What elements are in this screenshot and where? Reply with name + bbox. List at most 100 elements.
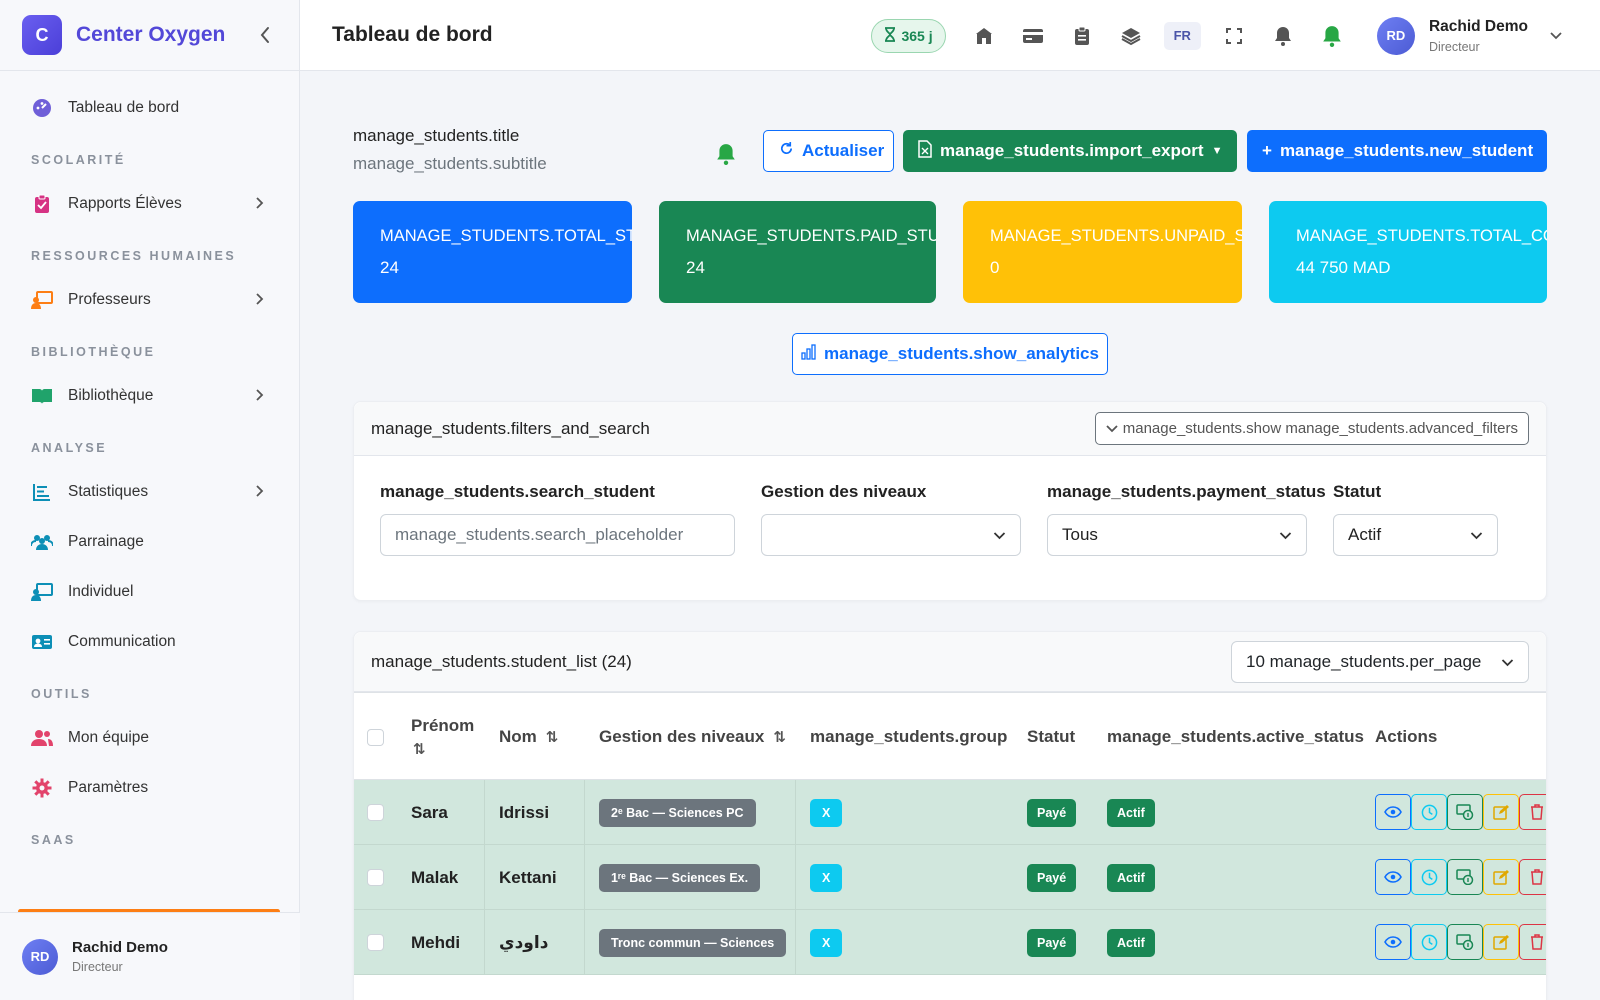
- brand-logo[interactable]: C: [22, 15, 62, 55]
- view-button[interactable]: [1375, 794, 1411, 830]
- first-name: Sara: [411, 802, 448, 822]
- credit-card-icon[interactable]: [1017, 20, 1049, 52]
- refresh-button[interactable]: Actualiser: [763, 130, 894, 172]
- collapse-sidebar-icon[interactable]: [253, 23, 277, 47]
- clock-icon: [1421, 869, 1438, 886]
- notification-bell-icon[interactable]: [1316, 20, 1348, 52]
- level-select[interactable]: [761, 514, 1021, 556]
- view-button[interactable]: [1375, 924, 1411, 960]
- sort-icon[interactable]: ⇅: [546, 728, 559, 746]
- group-badge: X: [810, 863, 843, 892]
- sidebar-item-parametres[interactable]: Paramètres: [0, 763, 299, 813]
- clipboard-icon[interactable]: [1066, 20, 1098, 52]
- import-export-button[interactable]: manage_students.import_export ▼: [903, 130, 1237, 172]
- sidebar-item-label: Individuel: [68, 583, 134, 600]
- column-label: Statut: [1027, 727, 1076, 746]
- row-checkbox[interactable]: [367, 780, 384, 845]
- stat-value: 24: [686, 258, 705, 277]
- view-button[interactable]: [1375, 859, 1411, 895]
- chevron-down-icon: [1550, 27, 1562, 45]
- subscription-days-badge[interactable]: 365 j: [871, 18, 946, 53]
- history-button[interactable]: [1411, 924, 1447, 960]
- topbar: Tableau de bord 365 j FR RD Rachid Demo …: [300, 0, 1600, 71]
- row-checkbox[interactable]: [367, 845, 384, 910]
- new-student-button[interactable]: + manage_students.new_student: [1247, 130, 1547, 172]
- clock-icon: [1421, 804, 1438, 821]
- book-icon: [31, 385, 53, 407]
- pencil-icon: [1493, 934, 1509, 950]
- search-label: manage_students.search_student: [380, 482, 655, 501]
- delete-button[interactable]: [1519, 924, 1546, 960]
- column-status: Statut: [1027, 693, 1075, 781]
- sidebar-item-mon-equipe[interactable]: Mon équipe: [0, 713, 299, 763]
- table-row[interactable]: Mehdi داودي Tronc commun — Sciences X Payé Ac…: [354, 910, 1546, 975]
- caret-down-icon: ▼: [1211, 145, 1223, 157]
- school-icon[interactable]: [968, 20, 1000, 52]
- filters-title: manage_students.filters_and_search: [371, 418, 650, 438]
- column-label: Prénom: [411, 716, 475, 735]
- sort-icon[interactable]: ⇅: [413, 740, 426, 758]
- section-title: manage_students.title: [353, 126, 520, 145]
- column-last-name[interactable]: Nom ⇅: [499, 693, 558, 781]
- users-icon: [31, 531, 53, 553]
- payment-button[interactable]: [1447, 859, 1483, 895]
- show-analytics-button[interactable]: manage_students.show_analytics: [792, 333, 1108, 375]
- edit-button[interactable]: [1483, 859, 1519, 895]
- gear-icon: [31, 777, 53, 799]
- sidebar-item-communication[interactable]: Communication: [0, 617, 299, 667]
- sidebar-item-bibliotheque[interactable]: Bibliothèque: [0, 371, 299, 421]
- bell-icon[interactable]: [1267, 20, 1299, 52]
- payment-button[interactable]: [1447, 924, 1483, 960]
- status-select[interactable]: Actif: [1333, 514, 1498, 556]
- sidebar-item-professeurs[interactable]: Professeurs: [0, 275, 299, 325]
- history-button[interactable]: [1411, 859, 1447, 895]
- new-student-label: manage_students.new_student: [1279, 141, 1534, 160]
- user-menu[interactable]: RD Rachid Demo Directeur: [1376, 16, 1562, 55]
- chevron-down-icon: [1501, 652, 1514, 672]
- brand-name[interactable]: Center Oxygen: [76, 23, 253, 47]
- sidebar-item-individuel[interactable]: Individuel: [0, 567, 299, 617]
- sidebar-item-rapports-eleves[interactable]: Rapports Élèves: [0, 179, 299, 229]
- layers-icon[interactable]: [1115, 20, 1147, 52]
- delete-button[interactable]: [1519, 859, 1546, 895]
- column-label: Actions: [1375, 727, 1438, 746]
- payment-button[interactable]: [1447, 794, 1483, 830]
- table-row[interactable]: Sara Idrissi 2ᵉ Bac — Sciences PC X Payé Acti…: [354, 780, 1546, 845]
- sidebar-nav: Tableau de bord SCOLARITÉ Rapports Élèves R…: [0, 71, 299, 847]
- chevron-right-icon: [252, 484, 268, 500]
- history-button[interactable]: [1411, 794, 1447, 830]
- last-name: Idrissi: [499, 802, 550, 822]
- search-input[interactable]: manage_students.search_placeholder: [380, 514, 735, 556]
- per-page-select[interactable]: 10 manage_students.per_page: [1231, 641, 1529, 683]
- sidebar-item-tableau-de-bord[interactable]: Tableau de bord: [0, 83, 299, 133]
- sort-icon[interactable]: ⇅: [773, 728, 786, 746]
- column-level[interactable]: Gestion des niveaux ⇅: [599, 693, 786, 781]
- edit-button[interactable]: [1483, 924, 1519, 960]
- board-icon: [31, 581, 53, 603]
- column-first-name[interactable]: Prénom ⇅: [411, 693, 474, 781]
- fullscreen-icon[interactable]: [1218, 20, 1250, 52]
- sidebar-user[interactable]: RD Rachid Demo Directeur: [0, 912, 300, 1000]
- bell-icon[interactable]: [716, 143, 736, 170]
- sidebar-item-statistiques[interactable]: Statistiques: [0, 467, 299, 517]
- stat-label: MANAGE_STUDENTS.TOTAL_COLLECTED: [1296, 227, 1547, 245]
- chevron-down-icon: [1279, 525, 1292, 545]
- chevron-right-icon: [252, 292, 268, 308]
- student-list-card: manage_students.student_list (24) 10 man…: [353, 631, 1547, 1000]
- level-badge: 1ʳᵉ Bac — Sciences Ex.: [599, 863, 761, 892]
- stat-value: 0: [990, 258, 1000, 277]
- edit-button[interactable]: [1483, 794, 1519, 830]
- stat-card-unpaid: MANAGE_STUDENTS.UNPAID_STUDENTS 0: [963, 201, 1242, 303]
- payment-status-select[interactable]: Tous: [1047, 514, 1307, 556]
- advanced-filters-toggle[interactable]: manage_students.show manage_students.adv…: [1094, 412, 1529, 445]
- table-row[interactable]: Malak Kettani 1ʳᵉ Bac — Sciences Ex. X Payé A…: [354, 845, 1546, 910]
- cash-icon: [1456, 934, 1474, 950]
- sidebar-item-parrainage[interactable]: Parrainage: [0, 517, 299, 567]
- row-checkbox[interactable]: [367, 910, 384, 975]
- language-switcher[interactable]: FR: [1163, 21, 1201, 50]
- select-all-checkbox[interactable]: [367, 693, 384, 781]
- user-role: Directeur: [1428, 39, 1480, 54]
- delete-button[interactable]: [1519, 794, 1546, 830]
- payment-status-label: manage_students.payment_status: [1047, 482, 1326, 501]
- stat-card-collected: MANAGE_STUDENTS.TOTAL_COLLECTED 44 750 M…: [1269, 201, 1547, 303]
